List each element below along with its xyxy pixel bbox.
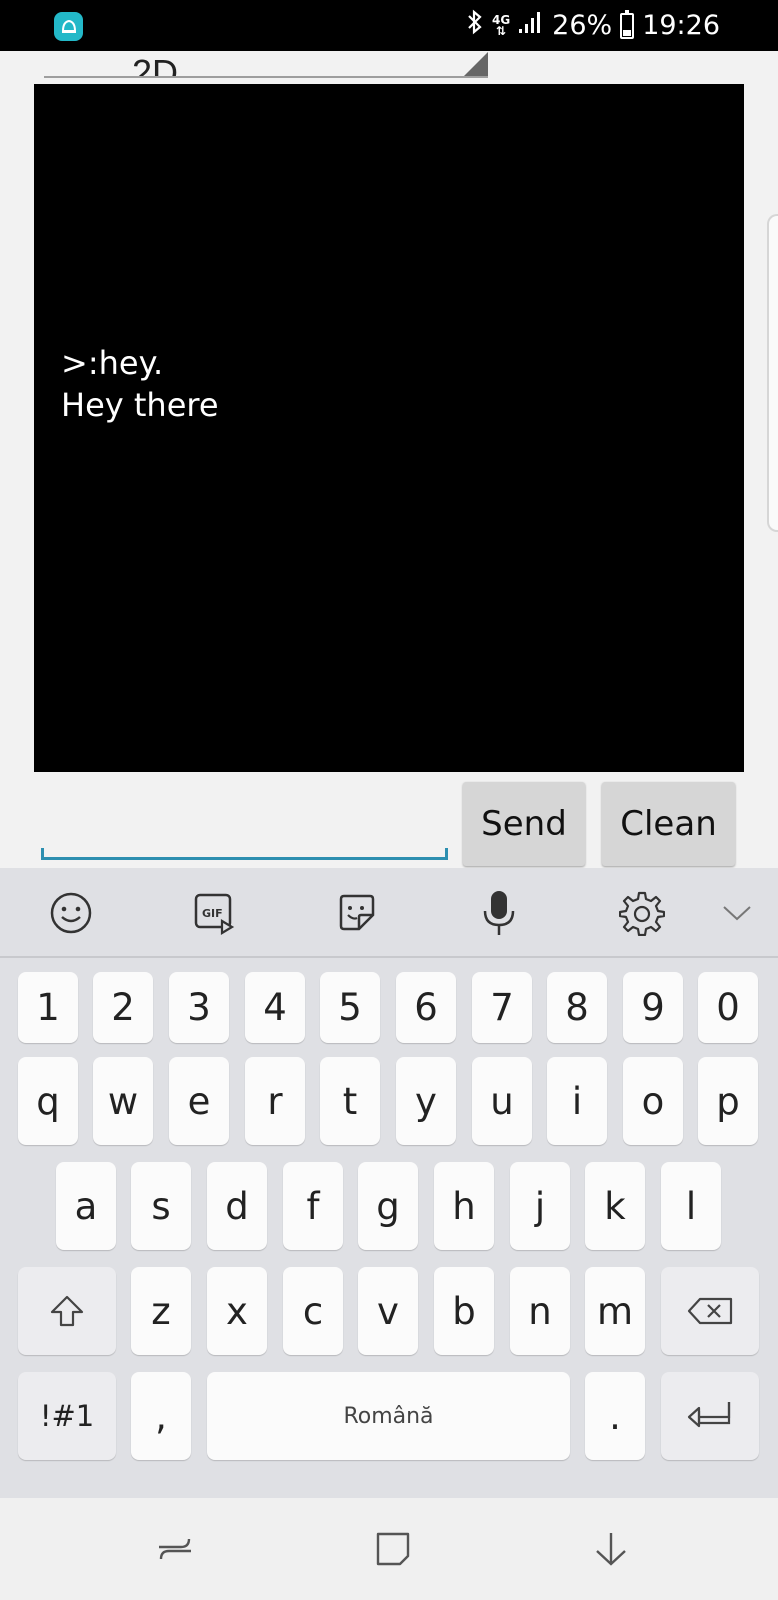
- key[interactable]: i: [547, 1057, 607, 1145]
- key[interactable]: o: [623, 1057, 683, 1145]
- keyboard-toolbar: GIF: [0, 868, 778, 958]
- sticker-icon[interactable]: [334, 890, 380, 936]
- spinner-selected-value: 2D: [132, 52, 179, 78]
- notification-app-icon: [54, 12, 83, 41]
- shift-icon: [50, 1295, 84, 1327]
- enter-icon: [687, 1402, 731, 1428]
- key[interactable]: z: [131, 1267, 191, 1355]
- key[interactable]: l: [661, 1162, 721, 1250]
- key[interactable]: m: [585, 1267, 645, 1355]
- key[interactable]: 5: [320, 972, 380, 1043]
- key[interactable]: x: [207, 1267, 267, 1355]
- status-indicators: 4G ⇅ 26% 19:26: [466, 0, 720, 51]
- key[interactable]: 6: [396, 972, 456, 1043]
- key[interactable]: f: [283, 1162, 343, 1250]
- terminal-output: >:hey. Hey there: [34, 84, 744, 772]
- gif-label: GIF: [202, 907, 223, 920]
- battery-icon: [620, 9, 635, 39]
- mode-spinner[interactable]: 2D: [44, 51, 488, 78]
- key[interactable]: 7: [472, 972, 532, 1043]
- space-key[interactable]: Română: [207, 1372, 570, 1460]
- network-type: 4G ⇅: [491, 12, 511, 38]
- terminal-line: Hey there: [61, 386, 219, 424]
- edge-panel-handle[interactable]: [767, 214, 778, 532]
- navigation-bar: [0, 1498, 778, 1600]
- bluetooth-icon: [466, 9, 484, 42]
- microphone-icon[interactable]: [476, 890, 522, 936]
- key[interactable]: 9: [623, 972, 683, 1043]
- clock: 19:26: [642, 10, 720, 41]
- back-icon[interactable]: [590, 1528, 632, 1570]
- period-key[interactable]: .: [585, 1372, 645, 1460]
- key[interactable]: y: [396, 1057, 456, 1145]
- key[interactable]: a: [56, 1162, 116, 1250]
- input-underline-left-tick: [41, 848, 44, 860]
- key[interactable]: d: [207, 1162, 267, 1250]
- send-button[interactable]: Send: [463, 782, 585, 866]
- key[interactable]: p: [698, 1057, 758, 1145]
- emoji-icon[interactable]: [48, 890, 94, 936]
- backspace-icon: [687, 1297, 733, 1325]
- symbols-key[interactable]: !#1: [18, 1372, 116, 1460]
- key[interactable]: q: [18, 1057, 78, 1145]
- clean-button[interactable]: Clean: [602, 782, 735, 866]
- key[interactable]: 4: [245, 972, 305, 1043]
- battery-percent: 26%: [552, 10, 613, 41]
- gif-icon[interactable]: GIF: [191, 890, 237, 936]
- home-icon[interactable]: [372, 1528, 414, 1570]
- key[interactable]: g: [358, 1162, 418, 1250]
- comma-key[interactable]: ,: [131, 1372, 191, 1460]
- key[interactable]: j: [510, 1162, 570, 1250]
- key[interactable]: 2: [93, 972, 153, 1043]
- recent-apps-icon[interactable]: [154, 1528, 196, 1570]
- shift-key[interactable]: [18, 1267, 116, 1355]
- terminal-lines: >:hey. Hey there: [61, 342, 219, 426]
- message-input[interactable]: [41, 804, 448, 860]
- key[interactable]: h: [434, 1162, 494, 1250]
- spinner-dropdown-arrow-icon: [464, 52, 488, 76]
- key[interactable]: s: [131, 1162, 191, 1250]
- key[interactable]: b: [434, 1267, 494, 1355]
- key[interactable]: 0: [698, 972, 758, 1043]
- enter-key[interactable]: [661, 1372, 759, 1460]
- key[interactable]: v: [358, 1267, 418, 1355]
- key[interactable]: r: [245, 1057, 305, 1145]
- key[interactable]: n: [510, 1267, 570, 1355]
- signal-icon: [518, 10, 544, 41]
- terminal-line: >:hey.: [61, 344, 164, 382]
- chevron-down-icon[interactable]: [714, 890, 760, 936]
- status-bar: 4G ⇅ 26% 19:26: [0, 0, 778, 51]
- data-arrows-icon: ⇅: [496, 23, 507, 38]
- key[interactable]: w: [93, 1057, 153, 1145]
- input-underline-right-tick: [445, 848, 448, 860]
- backspace-key[interactable]: [661, 1267, 759, 1355]
- key[interactable]: e: [169, 1057, 229, 1145]
- settings-icon[interactable]: [619, 890, 665, 936]
- key[interactable]: u: [472, 1057, 532, 1145]
- key[interactable]: 3: [169, 972, 229, 1043]
- key[interactable]: 8: [547, 972, 607, 1043]
- key[interactable]: 1: [18, 972, 78, 1043]
- key[interactable]: k: [585, 1162, 645, 1250]
- key[interactable]: c: [283, 1267, 343, 1355]
- soft-keyboard: GIF 1 2 3 4 5 6 7 8 9 0 q w e r t y u i …: [0, 868, 778, 1498]
- key[interactable]: t: [320, 1057, 380, 1145]
